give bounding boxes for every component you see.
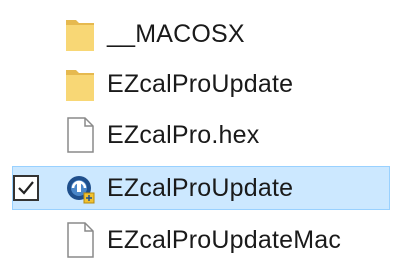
list-item-ezcalproupdate-app[interactable]: EZcalProUpdate: [12, 166, 390, 210]
select-checkbox[interactable]: [13, 175, 39, 201]
folder-icon: [64, 14, 96, 54]
file-name: __MACOSX: [107, 19, 245, 48]
list-item-ezcalproupdatemac[interactable]: EZcalProUpdateMac: [0, 217, 395, 263]
file-list: __MACOSX EZcalProUpdate EZcalPro.hex EZc…: [0, 0, 395, 263]
file-name: EZcalProUpdate: [107, 69, 294, 98]
list-item-ezcalpro-hex[interactable]: EZcalPro.hex: [0, 112, 395, 158]
file-name: EZcalProUpdate: [107, 173, 294, 202]
file-icon: [64, 115, 96, 155]
file-name: EZcalPro.hex: [107, 120, 260, 149]
list-item-macosx-folder[interactable]: __MACOSX: [0, 11, 395, 57]
list-item-ezcalproupdate-folder[interactable]: EZcalProUpdate: [0, 61, 395, 107]
file-name: EZcalProUpdateMac: [107, 225, 342, 254]
checkmark-icon: [18, 181, 34, 195]
file-icon: [64, 220, 96, 260]
folder-icon: [64, 64, 96, 104]
app-icon: [64, 168, 96, 208]
